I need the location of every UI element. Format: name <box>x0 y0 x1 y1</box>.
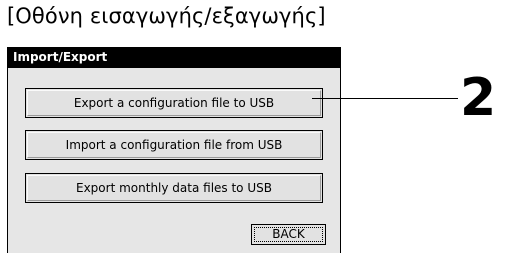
export-config-to-usb-label: Export a configuration file to USB <box>73 96 275 110</box>
export-monthly-data-to-usb-button[interactable]: Export monthly data files to USB <box>25 173 323 203</box>
import-export-window: Import/Export Export a configuration fil… <box>7 47 341 253</box>
import-config-from-usb-label: Import a configuration file from USB <box>65 138 283 152</box>
screen-caption: [Οθόνη εισαγωγής/εξαγωγής] <box>7 4 326 28</box>
import-config-from-usb-button[interactable]: Import a configuration file from USB <box>25 130 323 160</box>
window-title: Import/Export <box>8 47 340 68</box>
export-config-to-usb-button[interactable]: Export a configuration file to USB <box>25 88 323 118</box>
callout-number: 2 <box>460 68 497 128</box>
back-button-focus-outline <box>254 227 323 242</box>
back-button[interactable]: BACK <box>251 224 326 245</box>
export-monthly-data-to-usb-label: Export monthly data files to USB <box>76 181 272 195</box>
callout-leader-line <box>312 98 458 99</box>
